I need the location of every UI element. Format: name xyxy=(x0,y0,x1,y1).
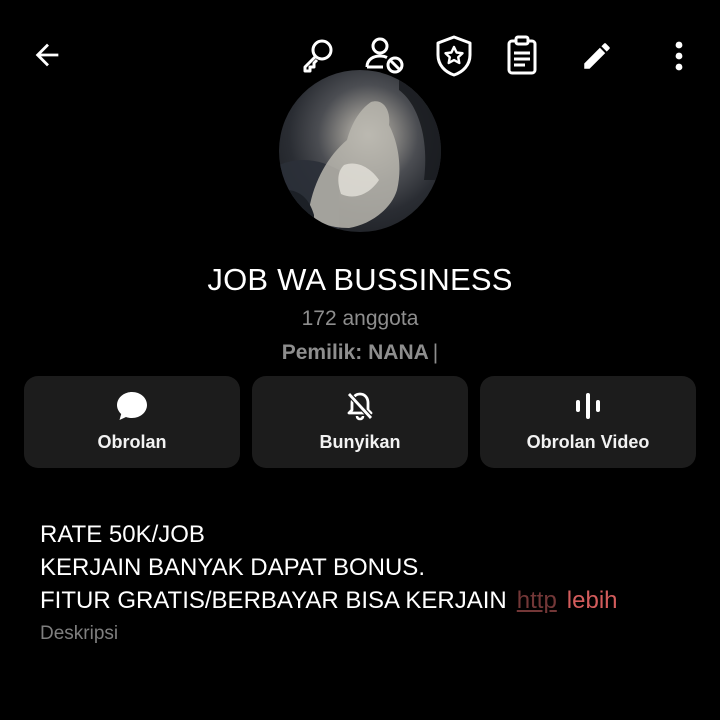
owner-name: Pemilik: NANA xyxy=(281,341,429,364)
text-cursor: | xyxy=(432,341,439,364)
description-label: Deskripsi xyxy=(40,623,119,644)
group-avatar[interactable] xyxy=(279,70,441,232)
read-more-link[interactable]: lebih xyxy=(567,587,618,614)
more-vertical-icon[interactable] xyxy=(655,32,703,80)
description-link[interactable]: http xyxy=(517,587,557,614)
description-line-text: FITUR GRATIS/BERBAYAR BISA KERJAIN xyxy=(40,587,507,614)
description-line-last: FITUR GRATIS/BERBAYAR BISA KERJAIN http le… xyxy=(40,584,700,617)
audio-bars-icon xyxy=(572,390,604,422)
clipboard-icon[interactable] xyxy=(498,32,546,80)
description-line: KERJAIN BANYAK DAPAT BONUS. xyxy=(40,554,425,581)
pencil-icon[interactable] xyxy=(573,32,621,80)
back-arrow-icon[interactable] xyxy=(23,31,71,79)
description-line: RATE 50K/JOB xyxy=(40,521,205,548)
chat-button[interactable]: Obrolan xyxy=(24,376,240,468)
group-description: RATE 50K/JOB KERJAIN BANYAK DAPAT BONUS.… xyxy=(40,518,700,617)
owner-line: Pemilik: NANA | xyxy=(0,341,720,365)
group-name: JOB WA BUSSINESS xyxy=(207,262,513,297)
chat-bubble-icon xyxy=(115,390,149,422)
video-chat-label: Obrolan Video xyxy=(526,432,650,452)
mute-button[interactable]: Bunyikan xyxy=(252,376,468,468)
member-count[interactable]: 172 anggota xyxy=(0,307,720,331)
mute-label: Bunyikan xyxy=(319,432,401,452)
video-chat-button[interactable]: Obrolan Video xyxy=(480,376,696,468)
bell-off-icon xyxy=(344,390,376,422)
chat-label: Obrolan xyxy=(97,432,167,452)
